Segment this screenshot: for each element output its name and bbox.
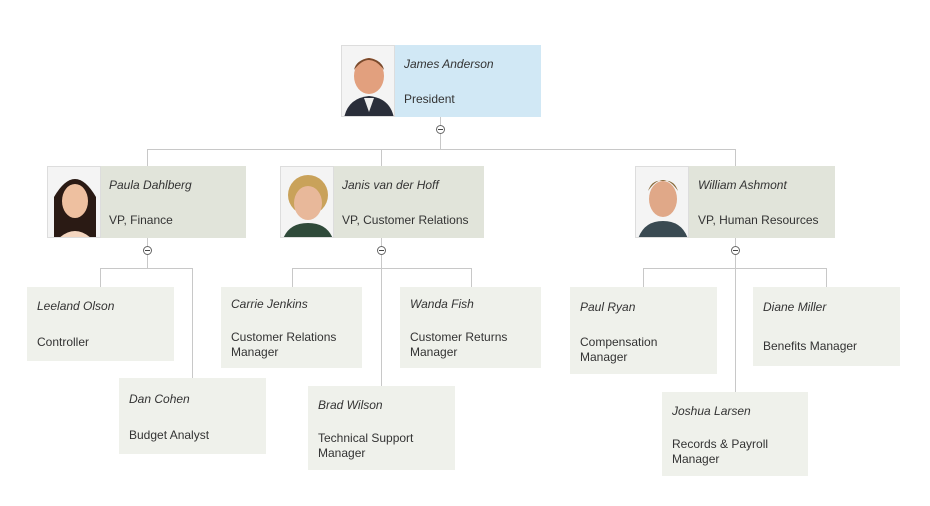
connector xyxy=(471,268,472,287)
node-william-ashmont[interactable]: William Ashmont VP, Human Resources xyxy=(635,166,835,238)
connector xyxy=(292,268,293,287)
connector xyxy=(100,268,193,269)
collapse-toggle[interactable] xyxy=(731,246,740,255)
node-title: Budget Analyst xyxy=(129,428,210,442)
node-name: Wanda Fish xyxy=(410,297,474,311)
node-wanda-fish[interactable]: Wanda Fish Customer Returns Manager xyxy=(400,287,541,368)
collapse-toggle[interactable] xyxy=(377,246,386,255)
node-leeland-olson[interactable]: Leeland Olson Controller xyxy=(27,287,174,361)
connector xyxy=(735,238,736,392)
connector xyxy=(381,149,382,166)
node-title: Benefits Manager xyxy=(763,339,858,353)
node-title: VP, Human Resources xyxy=(698,213,819,227)
connector xyxy=(147,149,148,166)
node-title: President xyxy=(404,92,455,106)
node-diane-miller[interactable]: Diane Miller Benefits Manager xyxy=(753,287,900,366)
node-james-anderson[interactable]: James Anderson President xyxy=(341,45,541,117)
node-title: VP, Customer Relations xyxy=(342,213,469,227)
node-name: Paul Ryan xyxy=(580,300,636,314)
avatar xyxy=(635,166,689,238)
connector xyxy=(381,238,382,386)
node-title: Records & Payroll Manager xyxy=(672,437,769,466)
node-joshua-larsen[interactable]: Joshua Larsen Records & Payroll Manager xyxy=(662,392,808,476)
node-name: James Anderson xyxy=(404,57,494,71)
node-name: Diane Miller xyxy=(763,300,827,314)
node-title: VP, Finance xyxy=(109,213,173,227)
node-name: Paula Dahlberg xyxy=(109,178,192,192)
node-janis-van-der-hoff[interactable]: Janis van der Hoff VP, Customer Relation… xyxy=(280,166,484,238)
node-name: Joshua Larsen xyxy=(672,404,751,418)
collapse-toggle[interactable] xyxy=(436,125,445,134)
node-name: William Ashmont xyxy=(698,178,787,192)
avatar xyxy=(47,166,101,238)
node-title: Customer Relations Manager xyxy=(231,330,337,359)
connector xyxy=(100,268,101,287)
node-title: Technical Support Manager xyxy=(318,431,414,460)
connector xyxy=(192,268,193,378)
node-title: Customer Returns Manager xyxy=(410,330,508,359)
connector xyxy=(147,149,736,150)
node-name: Carrie Jenkins xyxy=(231,297,308,311)
node-paul-ryan[interactable]: Paul Ryan Compensation Manager xyxy=(570,287,717,374)
node-dan-cohen[interactable]: Dan Cohen Budget Analyst xyxy=(119,378,266,454)
node-carrie-jenkins[interactable]: Carrie Jenkins Customer Relations Manage… xyxy=(221,287,362,368)
connector xyxy=(643,268,644,287)
node-title: Controller xyxy=(37,335,90,349)
avatar xyxy=(280,166,334,238)
node-paula-dahlberg[interactable]: Paula Dahlberg VP, Finance xyxy=(47,166,246,238)
org-chart: James Anderson President Paula Dahlberg … xyxy=(0,0,930,506)
connector xyxy=(735,149,736,166)
node-name: Brad Wilson xyxy=(318,398,383,412)
node-title: Compensation Manager xyxy=(580,335,658,364)
node-name: Leeland Olson xyxy=(37,299,115,313)
node-name: Janis van der Hoff xyxy=(342,178,439,192)
collapse-toggle[interactable] xyxy=(143,246,152,255)
connector xyxy=(826,268,827,287)
connector xyxy=(292,268,472,269)
node-name: Dan Cohen xyxy=(129,392,190,406)
node-brad-wilson[interactable]: Brad Wilson Technical Support Manager xyxy=(308,386,455,470)
avatar xyxy=(341,45,395,117)
